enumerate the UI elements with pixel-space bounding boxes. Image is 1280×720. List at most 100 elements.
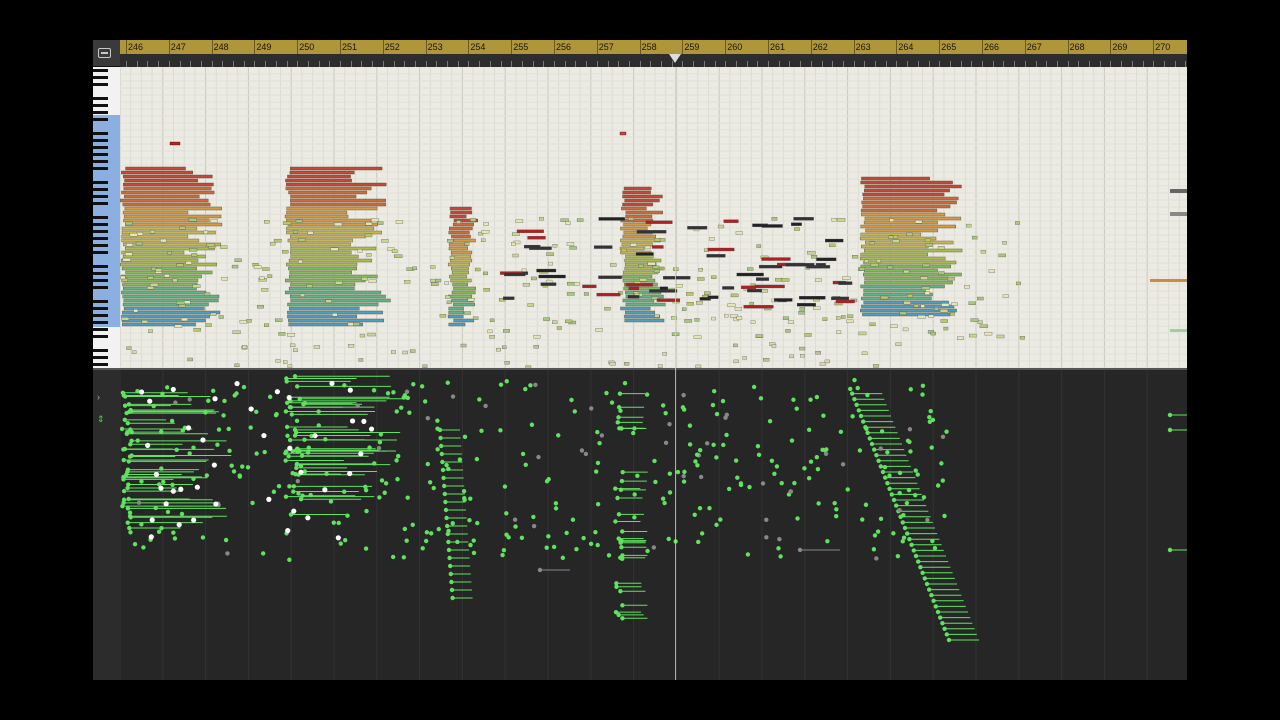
velocity-dot bbox=[447, 555, 452, 561]
midi-note bbox=[756, 244, 761, 248]
midi-note bbox=[914, 220, 923, 224]
velocity-dot bbox=[794, 406, 799, 411]
velocity-dot bbox=[874, 556, 879, 561]
velocity-dot bbox=[444, 462, 449, 468]
velocity-dot bbox=[660, 496, 666, 501]
black-key[interactable] bbox=[93, 188, 108, 191]
midi-note bbox=[164, 274, 170, 278]
velocity-dot bbox=[850, 414, 855, 419]
black-key[interactable] bbox=[93, 97, 108, 100]
black-key[interactable] bbox=[93, 132, 108, 135]
black-key[interactable] bbox=[93, 202, 108, 205]
black-key[interactable] bbox=[93, 83, 108, 86]
black-key[interactable] bbox=[93, 363, 108, 366]
velocity-dot bbox=[544, 479, 550, 484]
black-key[interactable] bbox=[93, 356, 108, 359]
velocity-dot-selected bbox=[322, 487, 328, 493]
black-key[interactable] bbox=[93, 111, 108, 114]
velocity-dot bbox=[294, 384, 300, 389]
velocity-dot bbox=[667, 471, 673, 476]
midi-note bbox=[598, 275, 622, 279]
black-key[interactable] bbox=[93, 321, 108, 324]
black-key[interactable] bbox=[93, 237, 108, 240]
black-key[interactable] bbox=[93, 272, 108, 275]
midi-note bbox=[121, 318, 206, 323]
black-key[interactable] bbox=[93, 230, 108, 233]
midi-note bbox=[709, 237, 715, 241]
midi-note bbox=[169, 141, 181, 146]
chevron-right-icon[interactable]: › bbox=[97, 392, 100, 402]
midi-note bbox=[723, 219, 739, 223]
black-key[interactable] bbox=[93, 69, 108, 72]
midi-note bbox=[750, 320, 756, 324]
black-key[interactable] bbox=[93, 279, 108, 282]
velocity-dot bbox=[422, 399, 428, 404]
velocity-dot bbox=[789, 438, 795, 443]
midi-note bbox=[523, 244, 541, 249]
black-key[interactable] bbox=[93, 104, 108, 107]
velocity-dot bbox=[720, 398, 726, 404]
black-key[interactable] bbox=[93, 160, 108, 163]
black-key[interactable] bbox=[93, 328, 108, 331]
velocity-dot bbox=[445, 523, 450, 529]
black-key[interactable] bbox=[93, 307, 108, 310]
black-key[interactable] bbox=[93, 146, 108, 149]
velocity-dot bbox=[617, 391, 623, 396]
bar-ruler[interactable]: 246 247 248 249 250 251 252 253 254 255 256 257 258 2… bbox=[120, 40, 1187, 54]
velocity-dot bbox=[834, 514, 839, 519]
velocity-dot bbox=[284, 400, 290, 405]
black-key[interactable] bbox=[93, 139, 108, 142]
velocity-dot bbox=[372, 461, 377, 466]
velocity-dot bbox=[913, 468, 918, 473]
black-key[interactable] bbox=[93, 314, 108, 317]
black-key[interactable] bbox=[93, 167, 108, 170]
black-key[interactable] bbox=[93, 195, 108, 198]
midi-note bbox=[735, 231, 743, 235]
velocity-dot-selected bbox=[153, 471, 159, 478]
piano-keyboard[interactable] bbox=[93, 67, 120, 370]
midi-note bbox=[627, 295, 640, 299]
midi-note bbox=[907, 294, 913, 298]
midi-note bbox=[576, 218, 584, 222]
velocity-dot bbox=[442, 491, 447, 497]
velocity-dot bbox=[523, 462, 528, 467]
midi-note bbox=[1015, 221, 1020, 225]
black-key[interactable] bbox=[93, 153, 108, 156]
midi-note bbox=[862, 192, 945, 197]
velocity-dot bbox=[221, 413, 226, 418]
note-grid[interactable] bbox=[120, 67, 1187, 370]
black-key[interactable] bbox=[93, 181, 108, 184]
midi-note bbox=[761, 257, 791, 261]
midi-note bbox=[404, 280, 411, 284]
midi-note bbox=[121, 170, 194, 175]
black-key[interactable] bbox=[93, 349, 108, 352]
black-key[interactable] bbox=[93, 286, 108, 289]
black-key[interactable] bbox=[93, 300, 108, 303]
up-down-arrows-icon[interactable]: ⇕ bbox=[97, 414, 105, 424]
midi-note bbox=[450, 250, 473, 255]
black-key[interactable] bbox=[93, 335, 108, 338]
black-key[interactable] bbox=[93, 251, 108, 254]
velocity-dot bbox=[200, 535, 206, 540]
midi-note bbox=[289, 343, 296, 348]
velocity-dot bbox=[938, 615, 943, 620]
black-key[interactable] bbox=[93, 76, 108, 79]
black-key[interactable] bbox=[93, 223, 108, 226]
midi-note bbox=[275, 359, 281, 363]
velocity-dot bbox=[802, 466, 807, 471]
midi-note bbox=[275, 318, 283, 322]
black-key[interactable] bbox=[93, 244, 108, 247]
black-key[interactable] bbox=[93, 216, 108, 219]
midi-note bbox=[869, 241, 875, 245]
midi-note bbox=[290, 194, 357, 199]
velocity-dot bbox=[479, 428, 484, 434]
velocity-dot bbox=[122, 394, 128, 399]
black-key[interactable] bbox=[93, 118, 108, 121]
black-key[interactable] bbox=[93, 265, 108, 268]
midi-note bbox=[964, 285, 970, 289]
velocity-dot bbox=[425, 415, 431, 421]
local-window-menu-icon[interactable] bbox=[98, 48, 111, 58]
playhead-handle[interactable] bbox=[669, 54, 681, 63]
midi-note bbox=[860, 224, 956, 229]
velocity-lane[interactable] bbox=[120, 370, 1187, 680]
